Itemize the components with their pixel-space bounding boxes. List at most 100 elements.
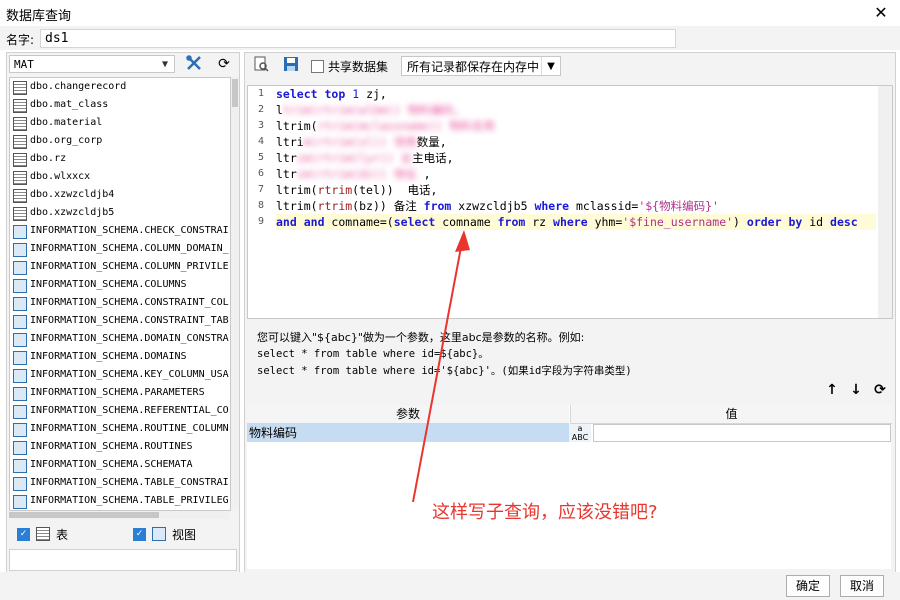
table-list-item[interactable]: INFORMATION_SCHEMA.KEY_COLUMN_USA [10, 366, 230, 384]
schema-select[interactable]: MAT ▼ [9, 55, 175, 73]
table-list-item-label: INFORMATION_SCHEMA.KEY_COLUMN_USA [30, 369, 229, 380]
view-icon [13, 387, 27, 401]
checked-icon: ✓ [17, 527, 30, 541]
table-list-item[interactable]: INFORMATION_SCHEMA.TABLE_PRIVILEG [10, 492, 230, 510]
table-list-item[interactable]: INFORMATION_SCHEMA.CONSTRAINT_COL [10, 294, 230, 312]
table-icon [13, 171, 27, 185]
view-icon [13, 351, 27, 365]
table-list-item-label: INFORMATION_SCHEMA.CONSTRAINT_TAB [30, 315, 229, 326]
table-list: dbo.changerecord dbo.mat_class dbo.materia… [9, 77, 231, 511]
share-dataset-checkbox[interactable]: 共享数据集 [311, 58, 388, 75]
table-list-item[interactable]: INFORMATION_SCHEMA.SCHEMATA [10, 456, 230, 474]
arrow-up-icon[interactable]: ↑ [823, 381, 841, 399]
tools-icon[interactable] [183, 54, 205, 74]
view-icon [13, 495, 27, 509]
preview-icon[interactable] [251, 56, 271, 76]
table-list-item[interactable]: INFORMATION_SCHEMA.CONSTRAINT_TAB [10, 312, 230, 330]
table-list-item[interactable]: dbo.xzwzcldjb5 [10, 204, 230, 222]
param-value-input[interactable] [593, 424, 891, 442]
refresh-icon[interactable]: ⟳ [871, 381, 889, 399]
table-list-item-label: dbo.wlxxcx [30, 171, 91, 182]
value-column-header: 值 [570, 405, 892, 424]
table-list-item[interactable]: dbo.mat_class [10, 96, 230, 114]
table-list-item[interactable]: dbo.material [10, 114, 230, 132]
table-list-item-label: INFORMATION_SCHEMA.COLUMNS [30, 279, 187, 290]
view-icon [13, 405, 27, 419]
save-icon[interactable] [281, 56, 301, 76]
table-list-item[interactable]: dbo.org_corp [10, 132, 230, 150]
table-icon [13, 207, 27, 221]
view-icon [13, 477, 27, 491]
refresh-icon[interactable]: ⟳ [213, 54, 235, 74]
table-list-item-label: INFORMATION_SCHEMA.CONSTRAINT_COL [30, 297, 229, 308]
close-icon[interactable]: ✕ [870, 2, 892, 24]
line-number: 8 [257, 200, 265, 211]
code-line: ltrim(rtrim(lyr)) 业主电话, [276, 151, 454, 165]
table-list-item[interactable]: INFORMATION_SCHEMA.PARAMETERS [10, 384, 230, 402]
table-list-item-label: dbo.xzwzcldjb4 [30, 189, 115, 200]
table-list-item-label: dbo.rz [30, 153, 67, 164]
code-line: ltrim(rtrim(wlbm)) 物料编码, [276, 103, 461, 117]
string-type-icon[interactable]: a ABC [569, 424, 591, 442]
table-list-item[interactable]: dbo.changerecord [10, 78, 230, 96]
view-icon [13, 369, 27, 383]
table-list-item[interactable]: dbo.xzwzcldjb4 [10, 186, 230, 204]
name-row: 名字: ds1 [0, 26, 900, 50]
table-list-item[interactable]: INFORMATION_SCHEMA.COLUMN_DOMAIN_ [10, 240, 230, 258]
table-list-item[interactable]: INFORMATION_SCHEMA.TABLE_CONSTRAI [10, 474, 230, 492]
line-gutter: 1 2 3 4 5 6 7 8 9 [248, 86, 274, 318]
table-icon [13, 99, 27, 113]
dataset-name-input[interactable]: ds1 [40, 29, 676, 48]
code-line: ltrim(rtrim(sl)) 领用数量, [276, 135, 447, 149]
table-list-item[interactable]: INFORMATION_SCHEMA.ROUTINES [10, 438, 230, 456]
ok-button[interactable]: 确定 [786, 575, 830, 597]
show-tables-label: 表 [56, 527, 69, 542]
annotation-text: 这样写子查询，应该没错吧? [432, 502, 658, 523]
table-list-item[interactable]: dbo.wlxxcx [10, 168, 230, 186]
unchecked-box-icon [311, 60, 324, 73]
table-list-scrollbar[interactable] [231, 77, 239, 509]
table-list-item-label: INFORMATION_SCHEMA.COLUMN_DOMAIN_ [30, 243, 229, 254]
view-icon [13, 459, 27, 473]
table-list-item[interactable]: INFORMATION_SCHEMA.REFERENTIAL_CO [10, 402, 230, 420]
memory-mode-select[interactable]: 所有记录都保存在内存中 ▼ [401, 56, 561, 77]
table-list-item-label: dbo.mat_class [30, 99, 109, 110]
line-number: 6 [257, 168, 265, 179]
chevron-down-icon: ▼ [161, 59, 169, 70]
table-list-item[interactable]: INFORMATION_SCHEMA.ROUTINE_COLUMN [10, 420, 230, 438]
view-icon [13, 297, 27, 311]
dialog-footer: 确定 取消 [0, 572, 900, 600]
view-icon [13, 279, 27, 293]
table-list-item-label: dbo.changerecord [30, 81, 127, 92]
code-line: ltrim(rtrim(bz)) 备注 from xzwzcldjb5 wher… [276, 199, 719, 213]
sql-code[interactable]: select top 1 zj, ltrim(rtrim(wlbm)) 物料编码… [276, 86, 876, 230]
table-list-item[interactable]: INFORMATION_SCHEMA.COLUMNS [10, 276, 230, 294]
table-list-item[interactable]: dbo.rz [10, 150, 230, 168]
table-icon [13, 153, 27, 167]
line-number: 9 [257, 216, 265, 227]
view-icon [13, 441, 27, 455]
sql-editor[interactable]: 1 2 3 4 5 6 7 8 9 select top 1 zj, ltrim(rtrim(w… [247, 85, 893, 319]
line-number: 5 [257, 152, 265, 163]
table-list-item[interactable]: INFORMATION_SCHEMA.COLUMN_PRIVILE [10, 258, 230, 276]
show-views-label: 视图 [172, 527, 197, 542]
table-list-hscrollbar[interactable] [9, 511, 229, 519]
editor-scrollbar[interactable] [878, 86, 892, 318]
table-filter-input[interactable] [9, 549, 237, 571]
show-views-checkbox[interactable]: ✓ 视图 [133, 525, 196, 543]
arrow-down-icon[interactable]: ↓ [847, 381, 865, 399]
view-icon [13, 315, 27, 329]
show-tables-checkbox[interactable]: ✓ 表 [17, 525, 68, 543]
table-list-item-label: INFORMATION_SCHEMA.PARAMETERS [30, 387, 205, 398]
view-icon [152, 527, 166, 541]
table-list-item-label: INFORMATION_SCHEMA.CHECK_CONSTRAI [30, 225, 229, 236]
table-list-item[interactable]: INFORMATION_SCHEMA.DOMAINS [10, 348, 230, 366]
view-icon [13, 261, 27, 275]
line-number: 3 [257, 120, 265, 131]
table-list-item[interactable]: INFORMATION_SCHEMA.CHECK_CONSTRAI [10, 222, 230, 240]
table-list-item-label: INFORMATION_SCHEMA.REFERENTIAL_CO [30, 405, 229, 416]
table-list-item[interactable]: INFORMATION_SCHEMA.DOMAIN_CONSTRA [10, 330, 230, 348]
share-dataset-label: 共享数据集 [328, 60, 389, 74]
code-line: ltrim(rtrim(mclassname)) 物料名称 [276, 119, 496, 133]
cancel-button[interactable]: 取消 [840, 575, 884, 597]
